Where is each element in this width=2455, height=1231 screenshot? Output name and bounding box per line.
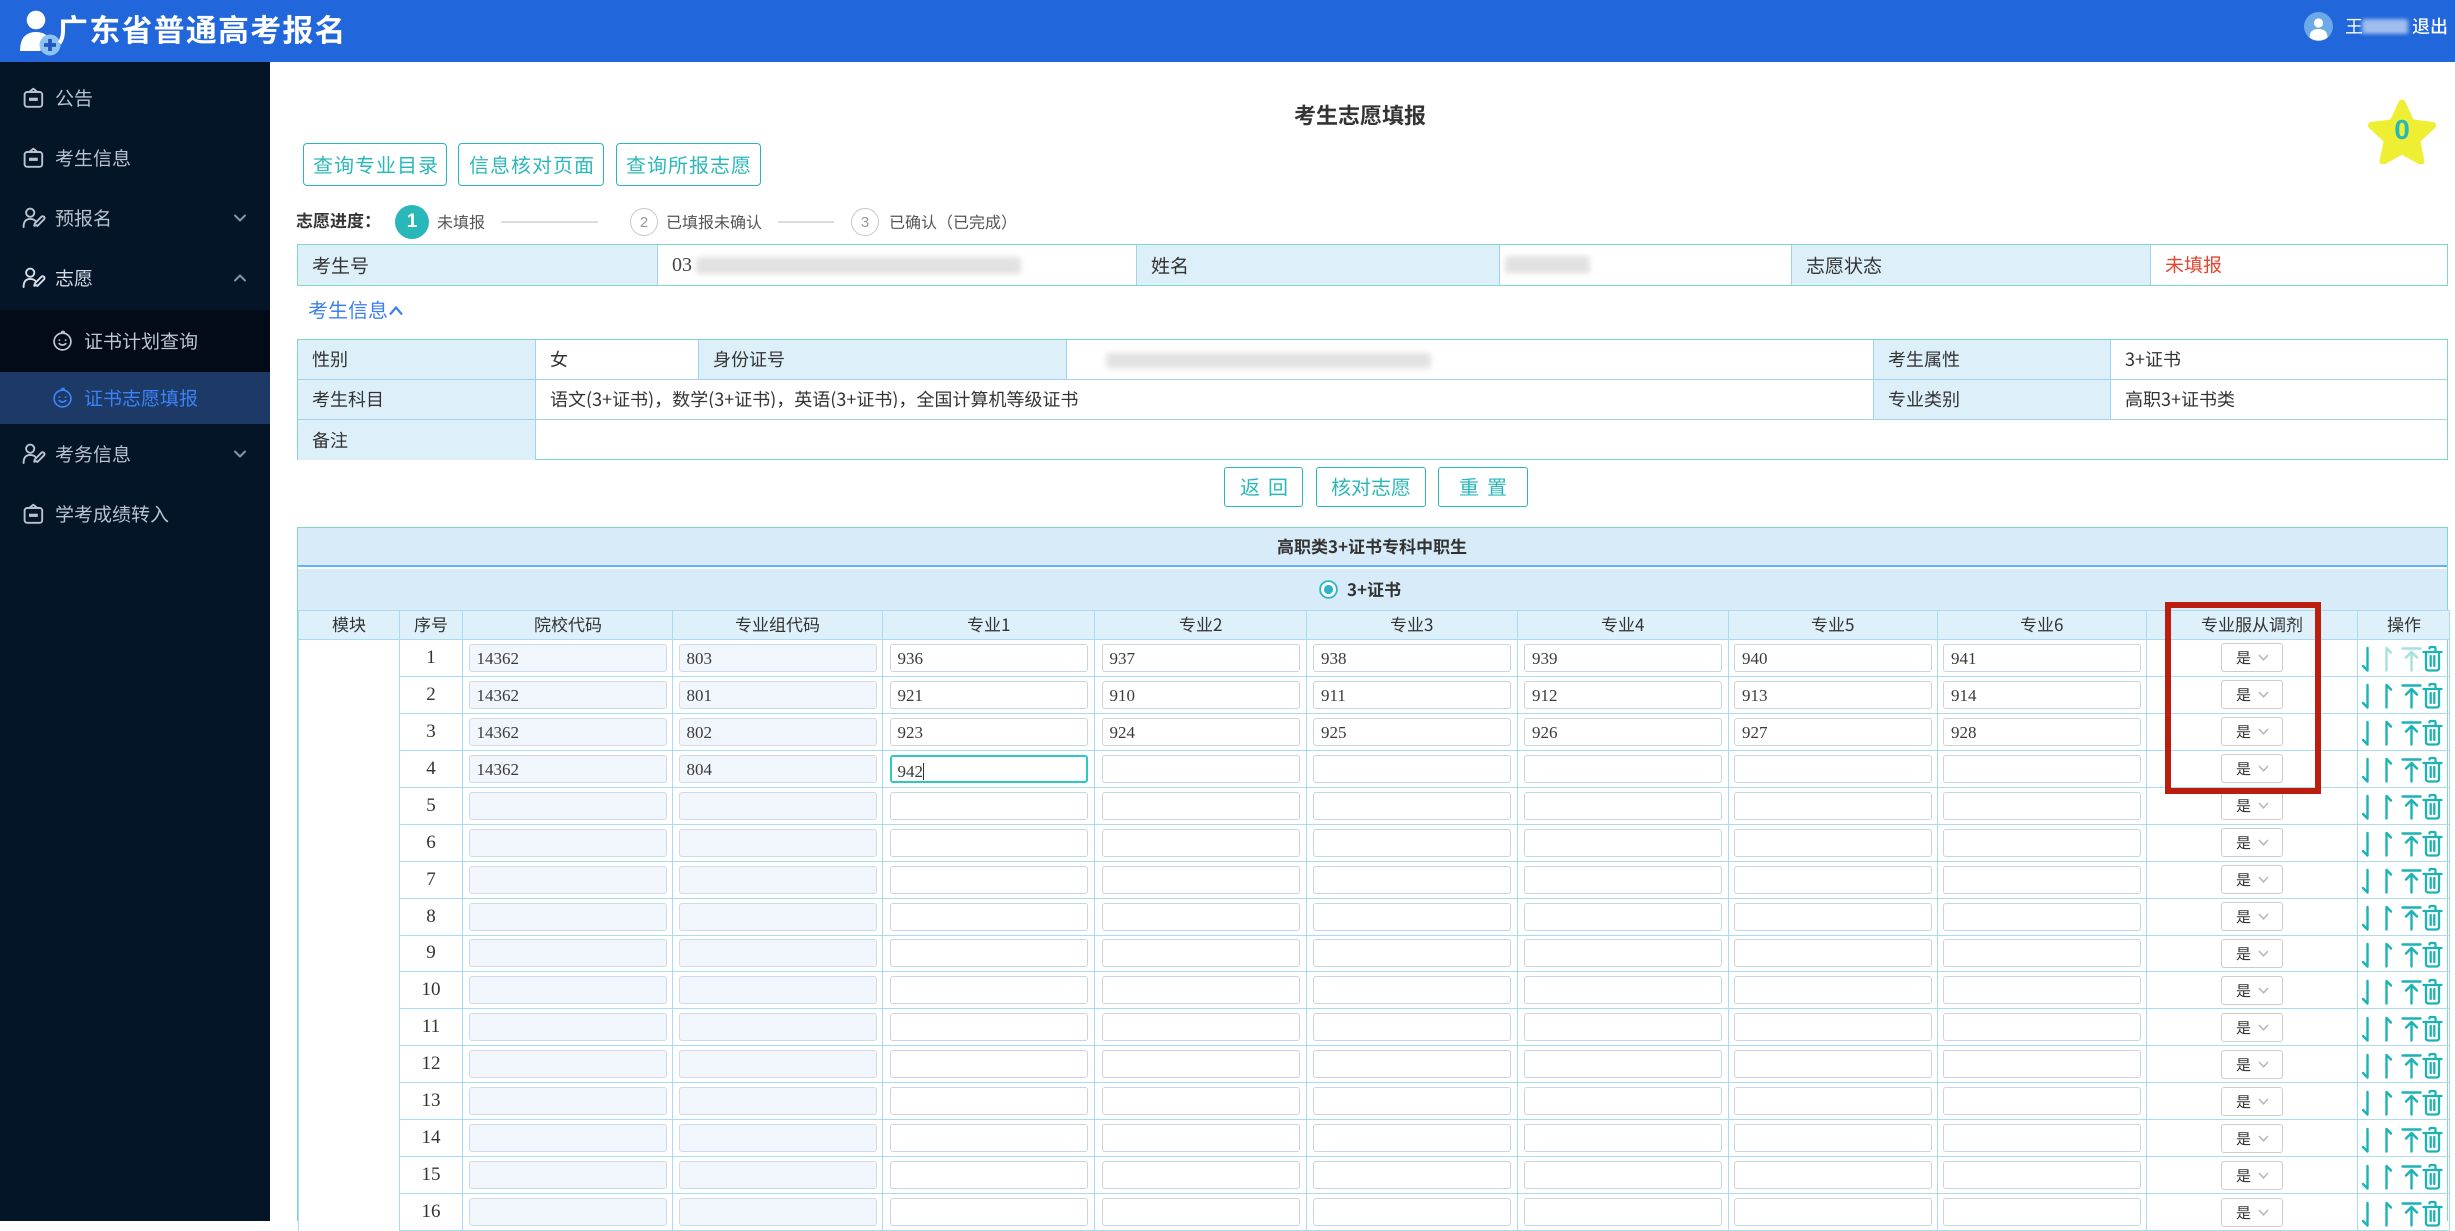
svg-text:0: 0 (2394, 114, 2410, 145)
